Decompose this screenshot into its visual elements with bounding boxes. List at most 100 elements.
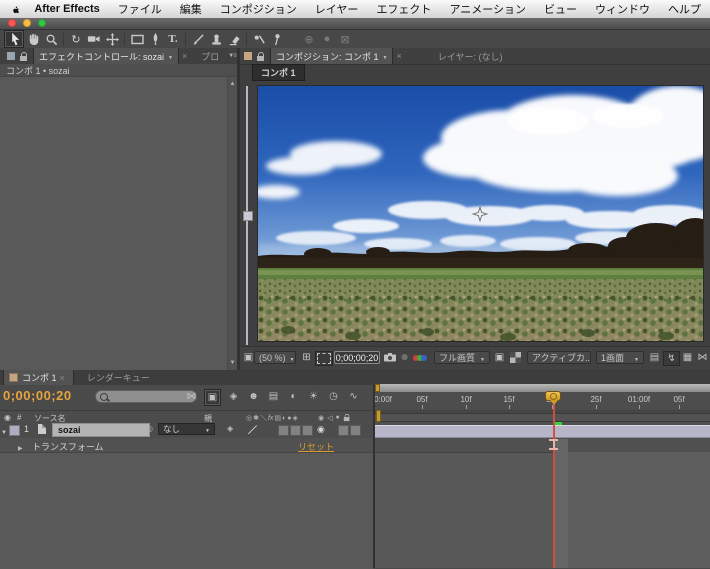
panel-grip-icon[interactable] [7,52,15,60]
layer-duration-bar[interactable] [375,425,710,438]
pen-tool[interactable] [146,31,164,47]
mask-shape-tool[interactable] [128,31,146,47]
panel-menu-icon[interactable] [228,53,235,59]
close-tab-icon[interactable] [60,373,65,383]
target-region-icon[interactable]: ▣ [493,351,506,364]
selection-tool[interactable] [4,30,24,48]
region-of-interest-icon[interactable] [315,351,333,366]
close-tab-icon[interactable] [396,51,401,61]
timeline-button-icon[interactable]: ▦ [681,351,694,364]
zoom-window-button[interactable] [38,19,46,27]
rotation-tool[interactable]: ↻ [67,31,85,47]
type-tool[interactable]: T. [164,31,182,47]
parent-dropdown[interactable]: なし [158,423,215,435]
menu-edit[interactable]: 編集 [171,0,211,18]
zoom-tool[interactable] [42,31,60,47]
layer-video-eye-icon[interactable]: ◉ [317,424,325,435]
collapse-switch-icon[interactable]: ◈ [227,424,233,433]
camera-view-dropdown[interactable]: アクティブカ... [527,351,591,364]
navigator-start-handle[interactable] [375,384,380,392]
viewer-scrollbar-knob[interactable] [243,211,253,221]
scroll-up-icon[interactable]: ▲ [228,79,237,89]
search-box[interactable] [95,390,197,403]
brainstorm-icon[interactable]: ☀ [306,389,321,404]
tab-dropdown-icon[interactable] [383,51,388,61]
tab-composition[interactable]: コンポジション: コンポ 1 [270,48,393,64]
panel-grip-icon[interactable] [244,52,252,60]
current-time-display[interactable]: 0;00;00;20 [334,351,380,364]
work-area-bar[interactable] [375,413,710,422]
pixel-aspect-correction-icon[interactable]: ▤ [648,351,661,364]
work-area-start-handle[interactable] [376,410,381,422]
auto-keyframe-icon[interactable]: ◷ [326,389,341,404]
close-tab-icon[interactable] [182,51,187,61]
layer-color-swatch[interactable] [9,425,20,436]
transform-twirl-icon[interactable] [18,442,23,452]
pan-behind-tool[interactable] [103,31,121,47]
mini-flowchart-icon[interactable]: ⋈ [184,389,199,404]
motion-blur-icon[interactable]: ◐ [286,389,301,404]
hide-shy-layers-icon[interactable]: ☻ [246,389,261,404]
graph-editor-icon[interactable]: ∿ [346,389,361,404]
tab-render-queue[interactable]: レンダーキュー [82,370,155,386]
menu-file[interactable]: ファイル [109,0,171,18]
menu-window[interactable]: ウィンドウ [586,0,659,18]
tab-dropdown-icon[interactable] [168,51,173,61]
lock-panel-icon[interactable] [257,52,265,61]
timeline-track-area[interactable] [375,422,710,568]
channel-icon[interactable] [413,351,429,364]
hand-tool[interactable] [24,31,42,47]
parent-pick-whip-icon[interactable]: ◎ [146,424,153,433]
menu-animation[interactable]: アニメーション [440,0,535,18]
timeline-current-time[interactable]: 0;00;00;20 [3,388,72,403]
lock-well[interactable] [350,425,361,436]
solo-well[interactable] [338,425,349,436]
roto-brush-tool[interactable] [250,31,268,47]
switch-well[interactable] [278,425,289,436]
scroll-down-icon[interactable]: ▼ [228,358,237,368]
magnification-dropdown[interactable]: (50 %) [254,351,296,364]
layer-name-field[interactable]: sozai [52,423,150,437]
camera-tool[interactable] [85,31,103,47]
quality-switch-icon[interactable]: ／ [248,423,257,436]
eraser-tool[interactable] [225,31,243,47]
view-layout-dropdown[interactable]: 1画面 [596,351,644,364]
composition-canvas-footage[interactable] [258,86,703,341]
tab-project[interactable]: プロ [196,48,224,64]
show-snapshot-icon[interactable]: ☻ [398,351,411,364]
clone-stamp-tool[interactable] [207,31,225,47]
snapshot-camera-icon[interactable] [383,351,397,364]
current-time-indicator-line[interactable] [553,399,555,568]
puppet-pin-tool[interactable] [268,31,286,47]
current-time-indicator-head[interactable] [545,391,561,401]
safe-margins-icon[interactable]: ⊞ [300,351,313,364]
tab-layer[interactable]: レイヤー: (なし) [433,48,508,64]
menu-help[interactable]: ヘルプ [659,0,710,18]
frame-blending-icon[interactable]: ▤ [266,389,281,404]
window-titlebar[interactable] [0,18,710,30]
layer-row[interactable]: 1 sozai ◎ なし ◈ ／ ◉ [0,422,373,438]
minimize-window-button[interactable] [23,19,31,27]
resolution-dropdown[interactable]: フル画質 [434,351,490,364]
transparency-grid-icon[interactable] [508,351,523,364]
menu-composition[interactable]: コンポジション [211,0,306,18]
menu-view[interactable]: ビュー [535,0,586,18]
draft-3d-icon[interactable]: ◈ [226,389,241,404]
menu-layer[interactable]: レイヤー [306,0,368,18]
brush-tool[interactable] [189,31,207,47]
live-update-icon[interactable]: ▣ [204,389,221,406]
lock-panel-icon[interactable] [20,52,28,61]
tab-timeline-comp[interactable]: コンポ 1 [3,370,74,386]
fast-preview-icon[interactable]: ↯ [663,351,680,366]
search-input[interactable] [111,391,195,403]
layer-twirl-icon[interactable] [1,426,7,436]
effect-controls-scrollbar[interactable]: ▲ ▼ [227,77,237,370]
time-ruler[interactable]: 0:00f 05f 10f 15f 20f 25f 01:00f 05f [375,392,710,411]
menu-effect[interactable]: エフェクト [367,0,440,18]
apple-icon[interactable] [12,4,19,15]
menu-after-effects[interactable]: After Effects [25,0,108,18]
switch-well[interactable] [302,425,313,436]
flowchart-button-icon[interactable]: ⋈ [696,351,709,364]
close-window-button[interactable] [8,19,16,27]
switch-well[interactable] [290,425,301,436]
